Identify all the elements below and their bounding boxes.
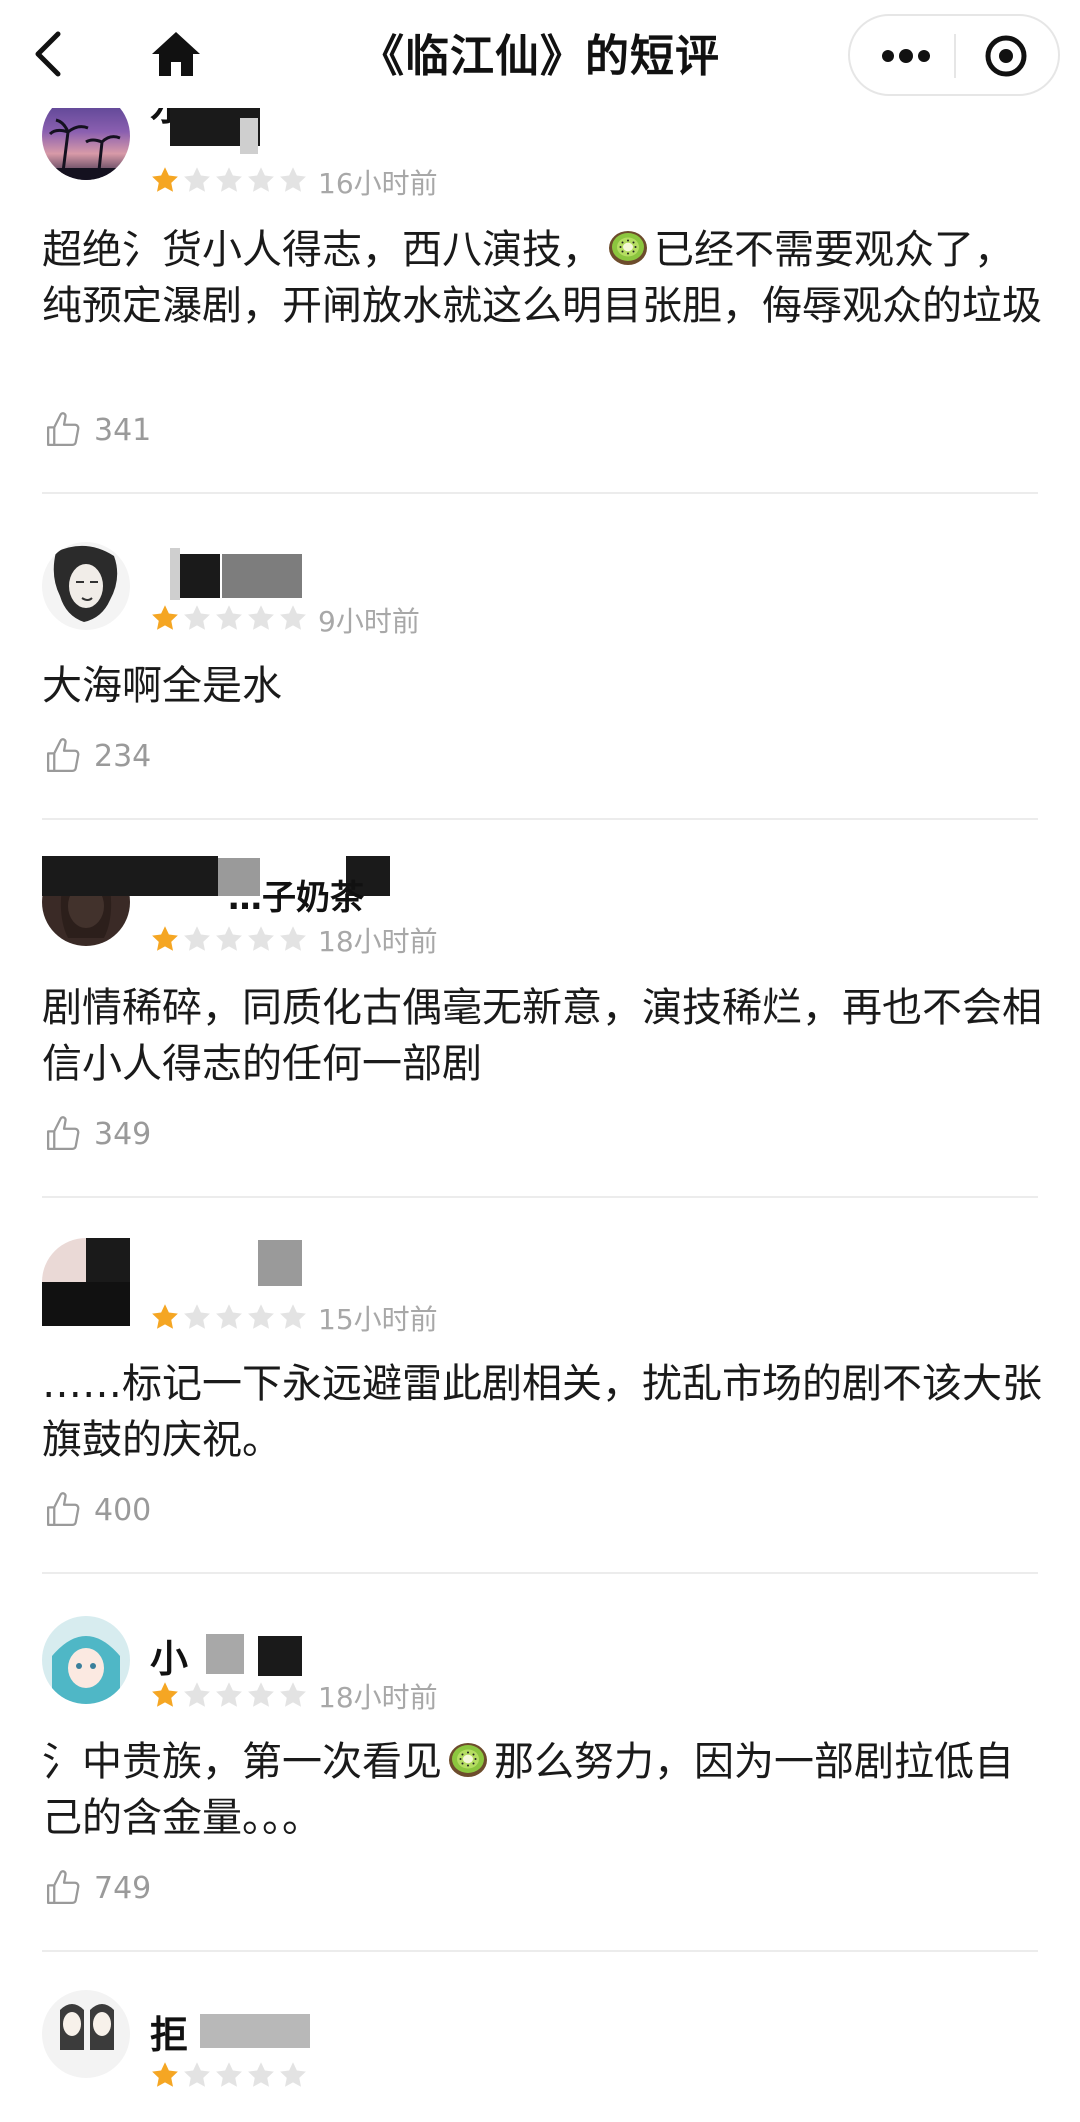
thumbs-up-icon — [42, 1867, 84, 1909]
star-empty-icon — [182, 1302, 212, 1332]
avatar[interactable] — [42, 1616, 130, 1704]
home-button[interactable] — [148, 28, 204, 80]
star-empty-icon — [182, 2060, 212, 2090]
star-rating — [150, 2060, 308, 2090]
star-empty-icon — [214, 924, 244, 954]
avatar[interactable] — [42, 1990, 130, 2078]
star-filled-icon — [150, 603, 180, 633]
kiwi-emoji-icon — [606, 225, 650, 269]
username-redaction — [86, 1238, 130, 1282]
star-filled-icon — [150, 1680, 180, 1710]
close-target-button[interactable] — [968, 26, 1044, 86]
review-list[interactable]: 水 16小时前 超绝氵货小人得志，西八演技，已经不需要观众了，纯预定瀑剧，开闸放… — [0, 0, 1080, 2122]
back-button[interactable] — [28, 26, 68, 82]
username[interactable]: 拒 — [150, 2004, 188, 2059]
star-empty-icon — [278, 1680, 308, 1710]
thumbs-up-icon — [42, 1489, 84, 1531]
review-text: 超绝氵货小人得志，西八演技， 已经不需要观众了，纯预定瀑剧，开闸放水就这么明目张胆… — [42, 225, 1042, 329]
star-rating — [150, 1302, 308, 1332]
username-redaction — [222, 554, 302, 598]
divider — [42, 492, 1038, 494]
star-empty-icon — [214, 1680, 244, 1710]
like-count: 749 — [94, 1870, 152, 1906]
nav-bar: 《临江仙》的短评 — [0, 0, 1080, 108]
star-empty-icon — [214, 2060, 244, 2090]
star-empty-icon — [246, 1302, 276, 1332]
star-empty-icon — [214, 1302, 244, 1332]
review-time: 16小时前 — [318, 167, 438, 200]
star-empty-icon — [246, 2060, 276, 2090]
like-count: 349 — [94, 1116, 152, 1152]
capsule-divider — [954, 34, 956, 78]
star-rating — [150, 165, 308, 195]
review-time: 18小时前 — [318, 925, 438, 958]
like-button[interactable]: 234 — [42, 734, 151, 778]
star-filled-icon — [150, 2060, 180, 2090]
target-icon — [985, 35, 1027, 77]
star-empty-icon — [278, 2060, 308, 2090]
like-button[interactable]: 400 — [42, 1488, 151, 1532]
username-redaction — [42, 1282, 130, 1326]
star-empty-icon — [246, 165, 276, 195]
review-time: 15小时前 — [318, 1303, 438, 1336]
star-filled-icon — [150, 165, 180, 195]
username-redaction — [42, 856, 218, 896]
thumbs-up-icon — [42, 409, 84, 451]
thumbs-up-icon — [42, 1113, 84, 1155]
username[interactable]: …子奶茶 — [228, 870, 364, 919]
star-empty-icon — [278, 603, 308, 633]
mini-program-capsule — [848, 14, 1060, 96]
review-text: 氵中贵族，第一次看见 那么努力，因为一部剧拉低自己的含金量。。。 — [42, 1737, 1014, 1841]
username-redaction — [200, 2014, 310, 2048]
like-button[interactable]: 749 — [42, 1866, 151, 1910]
thumbs-up-icon — [42, 735, 84, 777]
star-empty-icon — [182, 924, 212, 954]
username-redaction — [240, 118, 258, 154]
star-empty-icon — [182, 1680, 212, 1710]
username[interactable]: 小 — [150, 1628, 188, 1683]
review-time: 18小时前 — [318, 1681, 438, 1714]
like-button[interactable]: 341 — [42, 408, 151, 452]
star-empty-icon — [214, 603, 244, 633]
divider — [42, 1572, 1038, 1574]
username-redaction — [170, 548, 180, 600]
like-count: 234 — [94, 738, 152, 774]
star-empty-icon — [182, 603, 212, 633]
star-filled-icon — [150, 1302, 180, 1332]
username-redaction — [258, 1240, 302, 1286]
star-rating — [150, 1680, 308, 1710]
review-time: 9小时前 — [318, 605, 420, 638]
review-text: 剧情稀碎，同质化古偶毫无新意，演技稀烂，再也不会相信小人得志的任何一部剧 — [42, 985, 1042, 1087]
like-count: 400 — [94, 1492, 152, 1528]
more-button[interactable] — [866, 30, 946, 82]
star-empty-icon — [246, 603, 276, 633]
username-redaction — [206, 1634, 244, 1674]
like-count: 341 — [94, 412, 152, 448]
star-empty-icon — [246, 1680, 276, 1710]
review-text: ……标记一下永远避雷此剧相关，扰乱市场的剧不该大张旗鼓的庆祝。 — [42, 1361, 1042, 1463]
divider — [42, 818, 1038, 820]
like-button[interactable]: 349 — [42, 1112, 151, 1156]
divider — [42, 1950, 1038, 1952]
star-empty-icon — [278, 165, 308, 195]
username-redaction — [176, 554, 220, 598]
review-text: 大海啊全是水 — [42, 663, 282, 709]
username-redaction — [258, 1636, 302, 1676]
star-empty-icon — [214, 165, 244, 195]
star-empty-icon — [246, 924, 276, 954]
star-filled-icon — [150, 924, 180, 954]
divider — [42, 1196, 1038, 1198]
star-empty-icon — [278, 1302, 308, 1332]
kiwi-emoji-icon — [446, 1737, 490, 1781]
star-empty-icon — [278, 924, 308, 954]
star-rating — [150, 924, 308, 954]
avatar[interactable] — [42, 542, 130, 630]
star-empty-icon — [182, 165, 212, 195]
star-rating — [150, 603, 308, 633]
home-icon — [152, 32, 200, 76]
chevron-left-icon — [35, 31, 61, 77]
more-dots-icon — [882, 49, 930, 63]
